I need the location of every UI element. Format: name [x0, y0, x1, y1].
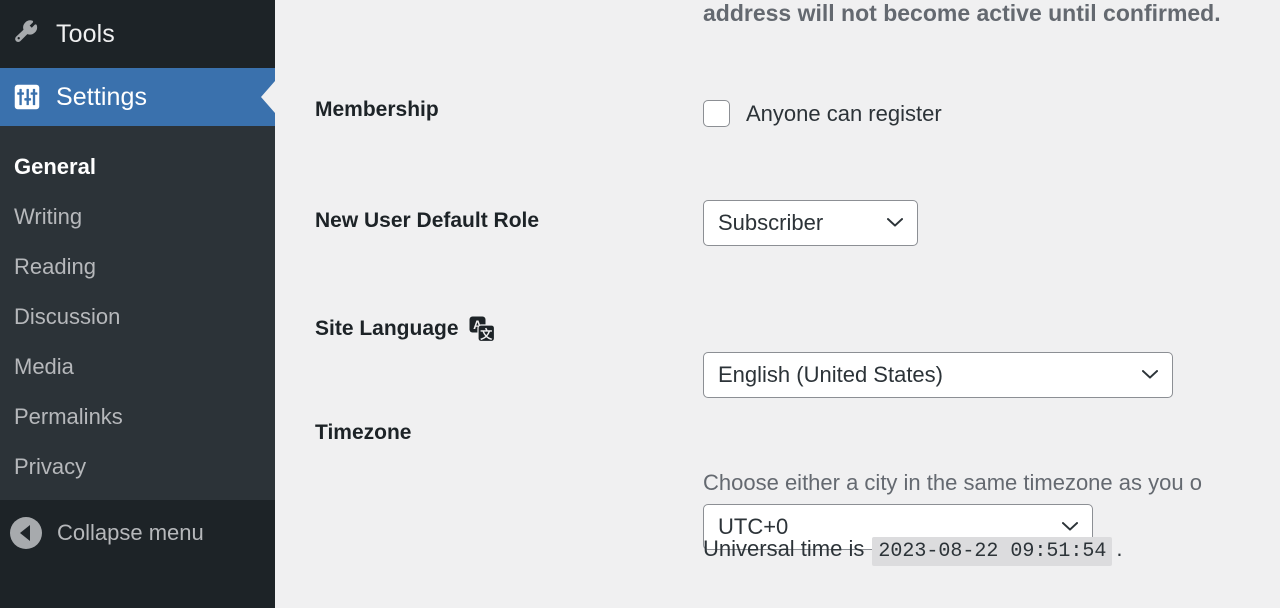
universal-time-value: 2023-08-22 09:51:54: [872, 537, 1113, 566]
new-user-default-role-label: New User Default Role: [315, 209, 540, 232]
new-user-default-role-select[interactable]: Subscriber: [703, 200, 918, 246]
translate-icon: A 文: [469, 316, 495, 342]
site-language-label: Site Language A 文: [315, 316, 495, 342]
site-language-label-text: Site Language: [315, 317, 459, 340]
sidebar-item-writing[interactable]: Writing: [0, 192, 275, 242]
timezone-helper-text: Choose either a city in the same timezon…: [703, 470, 1202, 495]
sidebar-item-general[interactable]: General: [0, 142, 275, 192]
sidebar-item-privacy[interactable]: Privacy: [0, 442, 275, 492]
sidebar-item-tools-label: Tools: [56, 19, 115, 48]
collapse-menu-label: Collapse menu: [57, 520, 204, 545]
universal-time-suffix: .: [1116, 536, 1123, 561]
chevron-down-icon: [1142, 370, 1158, 379]
chevron-down-icon: [887, 218, 903, 227]
settings-submenu: General Writing Reading Discussion Media…: [0, 126, 275, 500]
chevron-down-icon: [1062, 522, 1078, 531]
wordpress-admin-screen: Tools Settings General Writing Reading D…: [0, 0, 1280, 608]
sidebar-item-discussion[interactable]: Discussion: [0, 292, 275, 342]
sidebar-item-settings[interactable]: Settings: [0, 68, 275, 126]
active-menu-pointer-icon: [261, 81, 275, 113]
admin-sidebar: Tools Settings General Writing Reading D…: [0, 0, 275, 608]
timezone-label: Timezone: [315, 421, 412, 444]
collapse-menu-button[interactable]: Collapse menu: [0, 500, 275, 608]
membership-field: Anyone can register: [703, 100, 942, 127]
membership-label: Membership: [315, 98, 439, 121]
anyone-can-register-label: Anyone can register: [746, 100, 942, 126]
sidebar-item-media[interactable]: Media: [0, 342, 275, 392]
settings-general-content: address will not become active until con…: [275, 0, 1280, 608]
wrench-icon: [10, 17, 44, 51]
sidebar-item-permalinks[interactable]: Permalinks: [0, 392, 275, 442]
svg-text:文: 文: [480, 326, 493, 341]
universal-time-line: Universal time is 2023-08-22 09:51:54 .: [703, 536, 1123, 566]
anyone-can-register-checkbox[interactable]: [703, 100, 730, 127]
settings-sliders-icon: [10, 80, 44, 114]
site-language-select[interactable]: English (United States): [703, 352, 1173, 398]
site-language-value: English (United States): [718, 362, 943, 387]
sidebar-item-settings-label: Settings: [56, 82, 148, 111]
email-change-notice-text: address will not become active until con…: [703, 0, 1221, 26]
caret-left-circle-icon: [10, 517, 42, 549]
sidebar-item-tools[interactable]: Tools: [0, 0, 275, 68]
sidebar-item-reading[interactable]: Reading: [0, 242, 275, 292]
universal-time-prefix: Universal time is: [703, 536, 865, 561]
new-user-default-role-value: Subscriber: [718, 210, 824, 235]
